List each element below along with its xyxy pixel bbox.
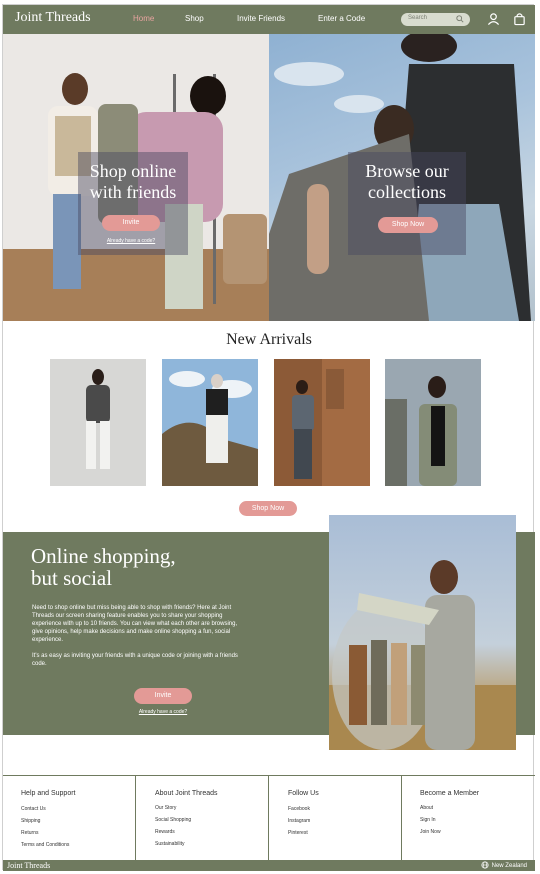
footer-link-terms[interactable]: Terms and Conditions: [21, 842, 69, 848]
hero-right-title-line2: collections: [368, 182, 446, 202]
site-logo[interactable]: Joint Threads: [15, 10, 91, 26]
footer-link-join-now[interactable]: Join Now: [420, 829, 441, 835]
product-image-4: [385, 376, 457, 486]
invite-social-button[interactable]: Invite: [134, 688, 192, 704]
social-title-line1: Online shopping,: [31, 544, 176, 568]
footer: Help and Support Contact Us Shipping Ret…: [3, 775, 535, 862]
region-selector[interactable]: New Zealand: [481, 861, 527, 871]
bottom-bar: Joint Threads New Zealand: [3, 861, 535, 871]
footer-col-follow: Follow Us Facebook Instagram Pinterest: [269, 776, 402, 862]
footer-logo[interactable]: Joint Threads: [7, 861, 50, 871]
region-label: New Zealand: [491, 863, 527, 869]
footer-link-about[interactable]: About: [420, 805, 433, 811]
footer-link-contact-us[interactable]: Contact Us: [21, 806, 46, 812]
footer-col-title: Follow Us: [288, 790, 319, 797]
shop-now-hero-button[interactable]: Shop Now: [378, 217, 438, 233]
search-input[interactable]: Search: [401, 13, 470, 26]
social-feature-photo: [329, 515, 516, 750]
product-card-1[interactable]: [50, 359, 146, 486]
product-card-2[interactable]: [162, 359, 258, 486]
nav-shop[interactable]: Shop: [185, 14, 204, 23]
hero-right-title: Browse our collections: [348, 161, 466, 203]
product-image-1: [86, 369, 110, 469]
top-nav-bar: Joint Threads Home Shop Invite Friends E…: [3, 5, 535, 34]
social-title: Online shopping, but social: [31, 545, 176, 589]
footer-link-facebook[interactable]: Facebook: [288, 806, 310, 812]
nav-enter-code[interactable]: Enter a Code: [318, 14, 365, 23]
new-arrivals-title: New Arrivals: [226, 331, 312, 348]
footer-col-title: About Joint Threads: [155, 790, 218, 797]
footer-link-returns[interactable]: Returns: [21, 830, 39, 836]
hero-browse-collections: Browse our collections Shop Now: [269, 34, 535, 321]
footer-link-shipping[interactable]: Shipping: [21, 818, 40, 824]
product-image-2: [162, 371, 258, 486]
footer-link-sustainability[interactable]: Sustainability: [155, 841, 184, 847]
footer-col-title: Help and Support: [21, 790, 76, 797]
social-photo-image: [329, 560, 516, 750]
globe-icon: [481, 861, 489, 869]
footer-col-help: Help and Support Contact Us Shipping Ret…: [3, 776, 136, 862]
footer-col-member: Become a Member About Sign In Join Now: [402, 776, 535, 862]
invite-button[interactable]: Invite: [102, 215, 160, 231]
site-frame: Joint Threads Home Shop Invite Friends E…: [2, 4, 535, 871]
footer-link-pinterest[interactable]: Pinterest: [288, 830, 308, 836]
product-image-3: [292, 359, 370, 486]
footer-col-title: Become a Member: [420, 790, 480, 797]
footer-link-instagram[interactable]: Instagram: [288, 818, 310, 824]
search-placeholder: Search: [408, 15, 428, 21]
footer-link-social-shopping[interactable]: Social Shopping: [155, 817, 191, 823]
page: Joint Threads Home Shop Invite Friends E…: [0, 0, 540, 874]
footer-link-sign-in[interactable]: Sign In: [420, 817, 436, 823]
social-title-line2: but social: [31, 566, 113, 590]
search-icon[interactable]: [456, 15, 464, 23]
hero-right-title-line1: Browse our: [365, 161, 449, 181]
account-icon[interactable]: [487, 12, 500, 26]
hero-left-title: Shop online with friends: [78, 161, 188, 203]
already-have-code-link[interactable]: Already have a code?: [98, 238, 164, 244]
hero-shop-with-friends: Shop online with friends Invite Already …: [3, 34, 269, 321]
social-paragraph-2: It's as easy as inviting your friends wi…: [32, 653, 238, 667]
nav-home[interactable]: Home: [133, 14, 154, 23]
hero-left-title-line1: Shop online: [89, 161, 177, 181]
footer-col-about: About Joint Threads Our Story Social Sho…: [136, 776, 269, 862]
footer-link-our-story[interactable]: Our Story: [155, 805, 176, 811]
social-paragraph-1: Need to shop online but miss being able …: [32, 605, 238, 643]
product-card-4[interactable]: [385, 359, 481, 486]
product-card-3[interactable]: [274, 359, 370, 486]
shopping-bag-icon[interactable]: [513, 12, 526, 26]
footer-link-rewards[interactable]: Rewards: [155, 829, 175, 835]
nav-invite-friends[interactable]: Invite Friends: [237, 14, 285, 23]
already-have-code-social-link[interactable]: Already have a code?: [130, 709, 196, 715]
shop-now-arrivals-button[interactable]: Shop Now: [239, 501, 297, 516]
hero-left-title-line2: with friends: [89, 182, 177, 202]
